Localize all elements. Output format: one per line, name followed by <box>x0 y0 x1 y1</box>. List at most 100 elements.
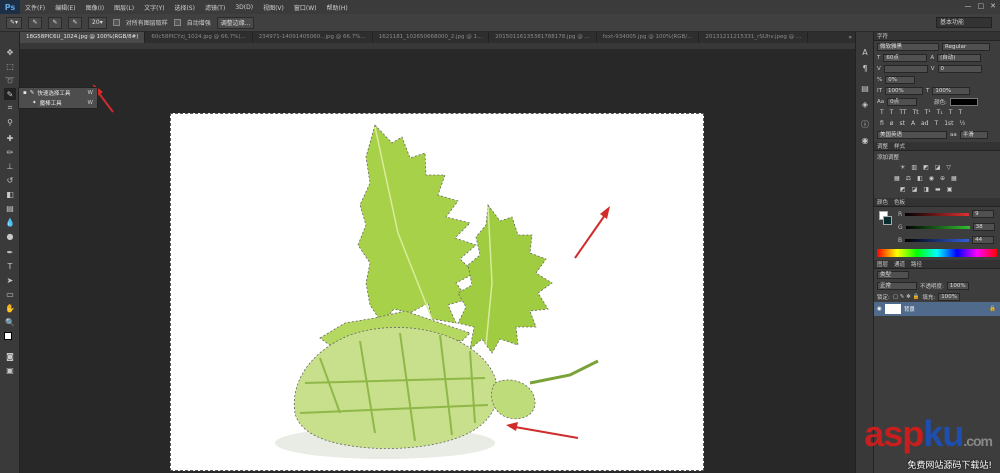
green-value-field[interactable]: 38 <box>972 223 995 231</box>
opacity-field[interactable]: 100% <box>946 281 969 290</box>
selective-color-icon[interactable]: ▣ <box>947 186 953 193</box>
background-color-swatch[interactable] <box>883 216 892 225</box>
brightness-icon[interactable]: ☀ <box>900 164 905 171</box>
vertical-scale-field[interactable]: 100% <box>884 86 923 95</box>
ligature-icon[interactable]: fi <box>880 120 884 127</box>
flyout-shortcut: W <box>87 100 93 106</box>
text-color-swatch[interactable] <box>950 97 978 106</box>
posterize-icon[interactable]: ◪ <box>912 186 918 193</box>
history-panel-icon[interactable]: ▤ <box>859 82 871 94</box>
invert-icon[interactable]: ◩ <box>900 186 906 193</box>
antialias-label: aa <box>950 131 957 138</box>
superscript-icon[interactable]: T¹ <box>925 109 931 116</box>
all-caps-icon[interactable]: TT <box>899 109 906 116</box>
kerning-field[interactable] <box>883 64 928 73</box>
tab-adjustments[interactable]: 调整 <box>877 142 888 150</box>
subscript-icon[interactable]: T₁ <box>937 109 943 116</box>
kerning-icon: V <box>877 65 881 72</box>
antialias-select[interactable]: 平滑 <box>959 130 988 139</box>
tsume-field[interactable]: 0% <box>885 75 916 84</box>
tab-styles[interactable]: 样式 <box>894 142 905 150</box>
language-select[interactable]: 美国英语 <box>877 130 947 139</box>
faux-bold-icon[interactable]: T <box>880 109 884 116</box>
alternates-icon[interactable]: A <box>911 120 915 127</box>
adjustment-icons-row-3: ◩ ◪ ◨ ▬ ▣ <box>874 184 1000 195</box>
titling-icon[interactable]: ad <box>921 120 929 127</box>
adjustments-panel-header: 调整 样式 <box>874 142 1000 151</box>
paragraph-panel-icon[interactable]: ¶ <box>859 62 871 74</box>
red-value-field[interactable]: 9 <box>972 210 995 218</box>
threshold-icon[interactable]: ◨ <box>923 186 929 193</box>
vertical-scale-icon: IT <box>877 87 882 94</box>
flyout-item-quick-selection[interactable]: ▪ ✎ 快速选择工具 W <box>19 88 97 98</box>
tracking-icon: V <box>930 65 935 72</box>
green-slider[interactable] <box>905 225 970 229</box>
horizontal-scale-field[interactable]: 100% <box>932 86 971 95</box>
magic-wand-icon: ✦ <box>32 100 37 106</box>
tab-channels[interactable]: 通道 <box>894 260 905 268</box>
fill-field[interactable]: 100% <box>938 292 961 301</box>
adjustment-icons-row-1: ☀ ▥ ◩ ◪ ▽ <box>874 162 1000 173</box>
swash-icon[interactable]: st <box>899 120 904 127</box>
tab-swatches[interactable]: 色板 <box>894 198 905 206</box>
font-style-select[interactable]: Regular <box>942 42 990 51</box>
small-caps-icon[interactable]: Tt <box>913 109 919 116</box>
gradient-map-icon[interactable]: ▬ <box>935 186 941 193</box>
lock-icons[interactable]: ▢ ✎ ✥ 🔒 <box>893 294 920 300</box>
exposure-icon[interactable]: ◪ <box>935 164 941 171</box>
hue-saturation-icon[interactable]: ▦ <box>894 175 900 182</box>
blend-mode-select[interactable]: 正常 <box>877 281 917 290</box>
color-label: 颜色: <box>934 99 947 106</box>
discretionary-icon[interactable]: ø <box>890 120 894 127</box>
tracking-field[interactable]: 0 <box>937 64 982 73</box>
lock-icon: 🔒 <box>989 306 996 312</box>
vibrance-icon[interactable]: ▽ <box>946 164 951 171</box>
color-spectrum-bar[interactable] <box>877 249 997 257</box>
tab-color[interactable]: 颜色 <box>877 198 888 206</box>
font-size-icon: T <box>877 54 881 61</box>
font-family-select[interactable]: 微软雅黑 <box>877 42 939 51</box>
watermark-asp: asp <box>864 413 924 454</box>
color-lookup-icon[interactable]: ▦ <box>951 175 957 182</box>
baseline-icon: Aa <box>877 98 885 105</box>
leading-field[interactable]: (自动) <box>937 53 982 62</box>
properties-panel-icon[interactable]: ◈ <box>859 98 871 110</box>
blue-value-field[interactable]: 44 <box>972 236 995 244</box>
tool-flyout-menu: ▪ ✎ 快速选择工具 W ✦ 魔棒工具 W <box>18 87 98 109</box>
red-slider[interactable] <box>905 212 970 216</box>
opentype-buttons: fi ø st A ad T 1st ½ <box>874 118 1000 129</box>
arrow-head-leaf <box>600 206 610 219</box>
photo-filter-icon[interactable]: ◉ <box>929 175 934 182</box>
layer-row-background[interactable]: ◉ 背景 🔒 <box>874 302 1000 316</box>
tab-character[interactable]: 字符 <box>877 32 888 40</box>
levels-icon[interactable]: ▥ <box>911 164 917 171</box>
red-channel-label: R <box>898 210 903 218</box>
character-panel-icon[interactable]: A <box>859 46 871 58</box>
flyout-item-magic-wand[interactable]: ✦ 魔棒工具 W <box>19 98 97 108</box>
tab-paths[interactable]: 路径 <box>911 260 922 268</box>
watermark-ku: ku <box>923 413 964 454</box>
info-panel-icon[interactable]: ⓘ <box>859 118 871 130</box>
color-balance-icon[interactable]: ⚖ <box>906 175 911 182</box>
tab-layers[interactable]: 图层 <box>877 260 888 268</box>
faux-italic-icon[interactable]: T <box>890 109 894 116</box>
site-watermark: aspku.com 免费网站源码下载站! <box>864 416 993 472</box>
fractions-icon[interactable]: 1st <box>944 120 953 127</box>
color-panel-header: 颜色 色板 <box>874 198 1000 207</box>
navigator-panel-icon[interactable]: ◉ <box>859 134 871 146</box>
adjustment-icons-row-2: ▦ ⚖ ◧ ◉ ⊕ ▦ <box>874 173 1000 184</box>
flyout-label: 魔棒工具 <box>39 101 62 107</box>
black-white-icon[interactable]: ◧ <box>917 175 923 182</box>
half-icon[interactable]: ½ <box>960 120 966 127</box>
blue-slider[interactable] <box>905 238 970 242</box>
eye-icon[interactable]: ◉ <box>877 306 882 312</box>
curves-icon[interactable]: ◩ <box>923 164 929 171</box>
font-size-field[interactable]: 60点 <box>883 53 928 62</box>
layer-filter-select[interactable]: 类型 <box>877 270 909 279</box>
underline-icon[interactable]: T <box>949 109 953 116</box>
strikethrough-icon[interactable]: T <box>958 109 962 116</box>
watermark-suffix: .com <box>963 433 993 449</box>
channel-mixer-icon[interactable]: ⊕ <box>940 175 945 182</box>
ordinals-icon[interactable]: T <box>935 120 939 127</box>
baseline-field[interactable]: 0点 <box>887 97 918 106</box>
